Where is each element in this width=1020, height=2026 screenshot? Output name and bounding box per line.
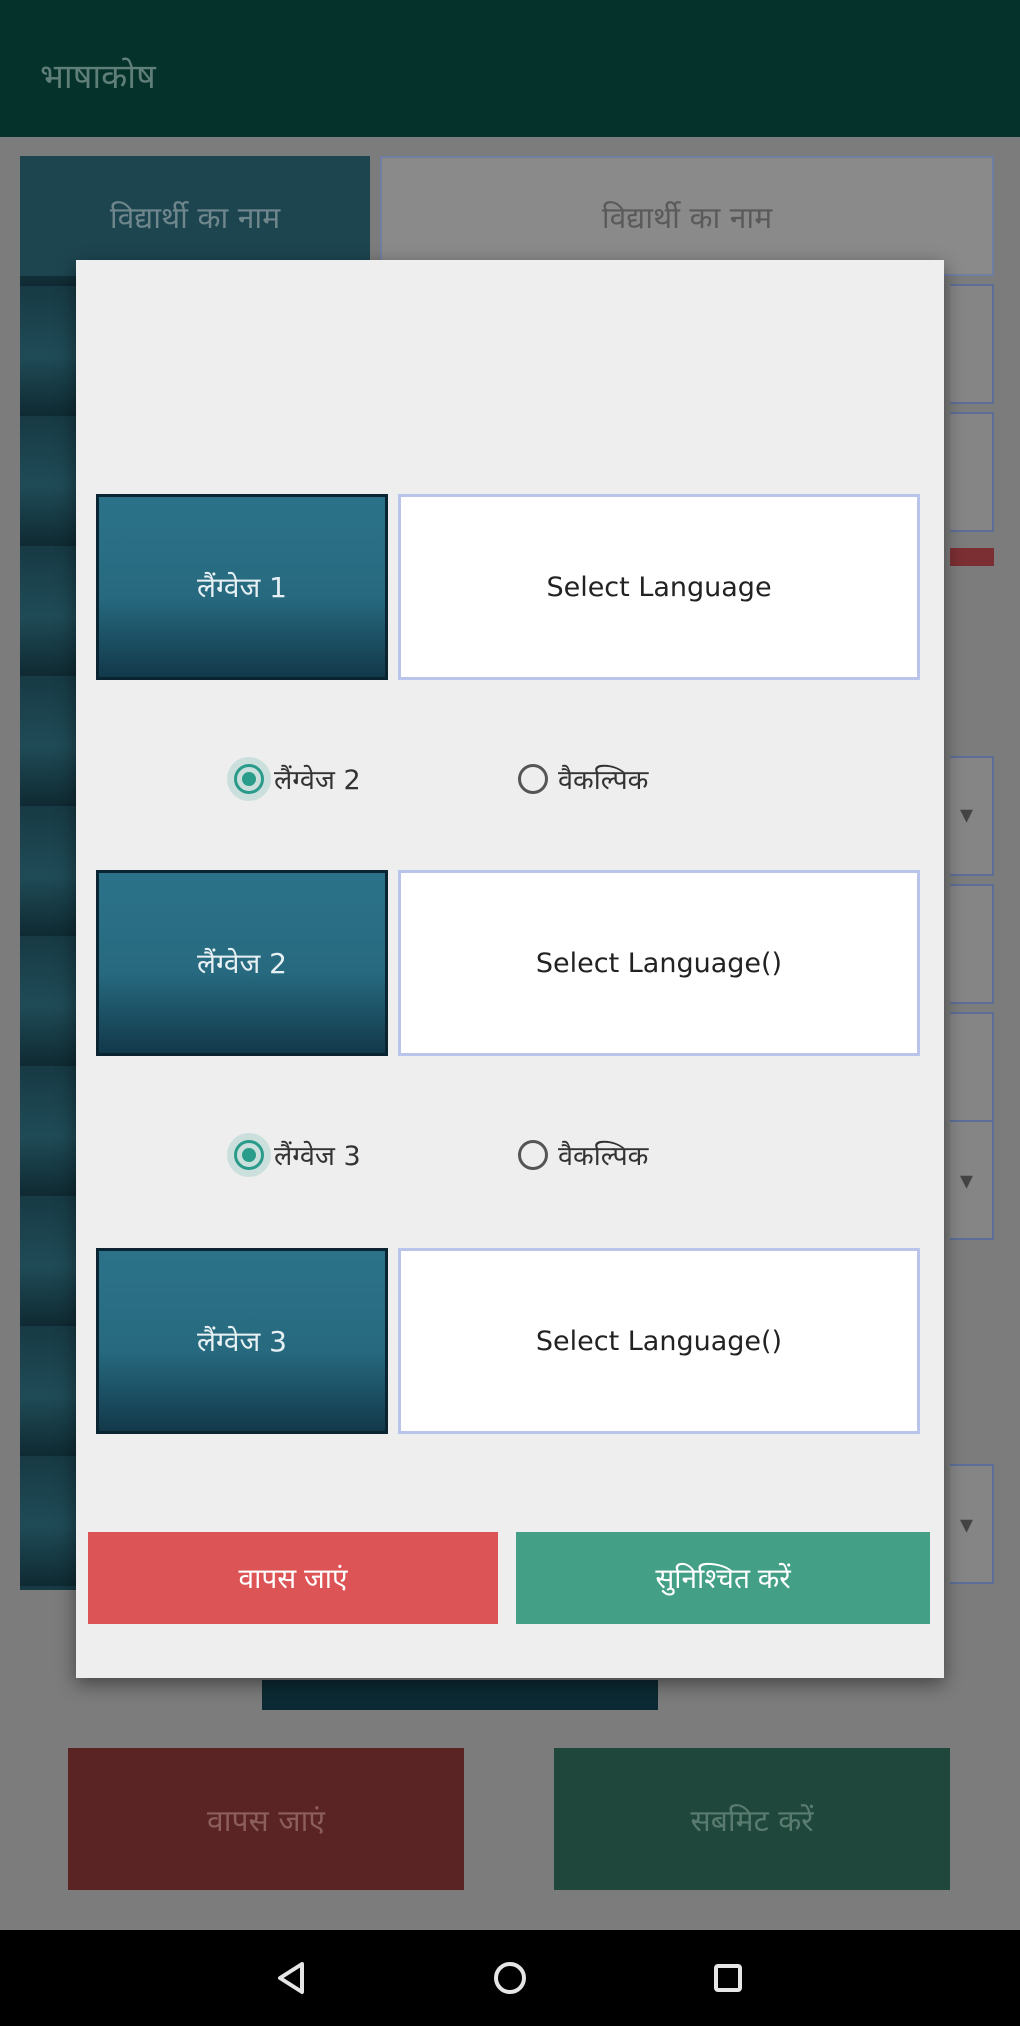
radio-option-language-2[interactable]: लैंग्वेज 2 [227,756,361,801]
system-navigation-bar [0,1930,1020,2026]
background-field [950,412,994,532]
language-1-label-button[interactable]: लैंग्वेज 1 [96,494,388,680]
background-submit-button: सबमिट करें [554,1748,950,1890]
background-field [950,884,994,1004]
language-row-2: लैंग्वेज 2 Select Language() [96,870,920,1056]
radio-unchecked-icon[interactable] [518,763,548,794]
language-2-select[interactable]: Select Language() [398,870,920,1056]
radio-unchecked-icon[interactable] [518,1139,548,1170]
chevron-down-icon: ▾ [960,1166,974,1196]
chevron-down-icon: ▾ [960,800,974,830]
language-3-select[interactable]: Select Language() [398,1248,920,1434]
language-3-label-button[interactable]: लैंग्वेज 3 [96,1248,388,1434]
radio-label: लैंग्वेज 3 [274,1141,361,1172]
language-1-select[interactable]: Select Language [398,494,920,680]
recents-icon[interactable] [708,1958,748,1998]
language-row-1: लैंग्वेज 1 Select Language [96,494,920,680]
language-dialog: लैंग्वेज 1 Select Language लैंग्वेज 2 वै… [76,260,944,1678]
radio-group-1: लैंग्वेज 2 वैकल्पिक [76,752,944,812]
background-header-right: विद्यार्थी का नाम [380,156,994,276]
radio-option-language-3[interactable]: लैंग्वेज 3 [227,1132,361,1177]
language-row-3: लैंग्वेज 3 Select Language() [96,1248,920,1434]
language-2-label-button[interactable]: लैंग्वेज 2 [96,870,388,1056]
chevron-down-icon: ▾ [960,1510,974,1540]
background-red-strip [950,548,994,566]
radio-checked-icon[interactable] [227,756,271,801]
radio-label: लैंग्वेज 2 [274,765,361,796]
radio-option-optional[interactable]: वैकल्पिक [518,760,648,797]
radio-option-optional[interactable]: वैकल्पिक [518,1136,648,1173]
app-title: भाषाकोष [40,57,156,97]
radio-group-2: लैंग्वेज 3 वैकल्पिक [76,1128,944,1188]
dialog-cancel-button[interactable]: वापस जाएं [88,1532,498,1624]
dialog-confirm-button[interactable]: सुनिश्चित करें [516,1532,930,1624]
back-icon[interactable] [272,1958,312,1998]
background-field [950,284,994,404]
radio-label: वैकल्पिक [558,765,649,796]
background-cancel-button: वापस जाएं [68,1748,464,1890]
radio-label: वैकल्पिक [558,1141,649,1172]
radio-checked-icon[interactable] [227,1132,271,1177]
background-bar [262,1680,658,1710]
background-header-left: विद्यार्थी का नाम [20,156,370,276]
app-bar: भाषाकोष [0,0,1020,137]
background-field [950,1012,994,1132]
home-icon[interactable] [490,1958,530,1998]
